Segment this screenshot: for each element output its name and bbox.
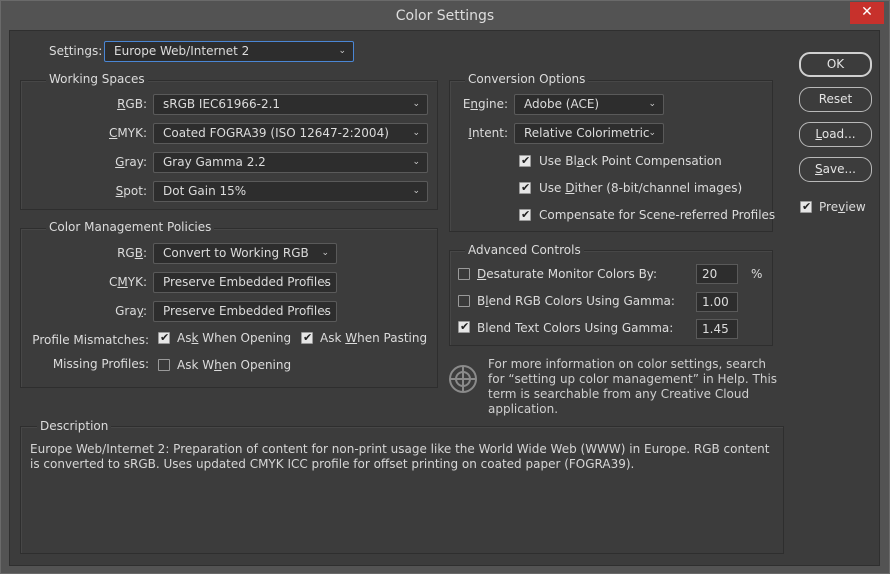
ws-gray-label: Gray:: [115, 155, 147, 169]
title-bar: Color Settings ✕: [1, 1, 889, 31]
ok-button[interactable]: OK: [799, 52, 872, 77]
ws-spot-dropdown[interactable]: Dot Gain 15% ⌄: [153, 181, 428, 202]
missing-ask-opening-checkbox[interactable]: [158, 359, 170, 371]
ask-pasting-label: Ask When Pasting: [320, 331, 428, 345]
chevron-down-icon: ⌄: [412, 128, 420, 138]
chevron-down-icon: ⌄: [412, 99, 420, 109]
chevron-down-icon: ⌄: [648, 128, 656, 138]
checkmark-icon: ✔: [303, 331, 313, 344]
desaturate-checkbox[interactable]: [458, 268, 470, 280]
blend-rgb-input[interactable]: 1.00: [696, 292, 738, 312]
ws-rgb-value: sRGB IEC61966-2.1: [163, 97, 281, 111]
policies-title: Color Management Policies: [46, 220, 215, 234]
ws-cmyk-label: CMYK:: [109, 126, 147, 140]
settings-value: Europe Web/Internet 2: [114, 44, 250, 58]
load-button[interactable]: Load...: [799, 122, 872, 147]
policy-gray-value: Preserve Embedded Profiles: [163, 304, 331, 318]
ws-spot-value: Dot Gain 15%: [163, 184, 247, 198]
checkmark-icon: ✔: [160, 331, 170, 344]
checkmark-icon: ✔: [521, 181, 531, 194]
engine-dropdown[interactable]: Adobe (ACE) ⌄: [514, 94, 664, 115]
intent-label: Intent:: [468, 126, 508, 140]
missing-ask-opening-label: Ask When Opening: [177, 358, 292, 372]
policy-gray-dropdown[interactable]: Preserve Embedded Profiles ⌄: [153, 301, 337, 322]
save-button[interactable]: Save...: [799, 157, 872, 182]
close-icon[interactable]: ✕: [850, 2, 884, 24]
chevron-down-icon: ⌄: [321, 306, 329, 316]
policy-rgb-value: Convert to Working RGB: [163, 246, 309, 260]
ws-cmyk-value: Coated FOGRA39 (ISO 12647-2:2004): [163, 126, 389, 140]
profile-mismatches-label: Profile Mismatches:: [32, 333, 149, 347]
window-title: Color Settings: [395, 8, 495, 24]
missing-profiles-label: Missing Profiles:: [52, 357, 149, 371]
blend-rgb-checkbox[interactable]: [458, 295, 470, 307]
settings-dropdown[interactable]: Europe Web/Internet 2 ⌄: [104, 41, 354, 62]
black-point-checkbox[interactable]: ✔: [519, 154, 531, 167]
desaturate-unit: %: [751, 267, 763, 281]
ws-rgb-label: RGB:: [117, 97, 147, 111]
working-spaces-title: Working Spaces: [46, 72, 148, 86]
ws-gray-value: Gray Gamma 2.2: [163, 155, 266, 169]
color-wheel-icon: [448, 364, 478, 394]
ws-gray-dropdown[interactable]: Gray Gamma 2.2 ⌄: [153, 152, 428, 173]
chevron-down-icon: ⌄: [412, 157, 420, 167]
description-text: Europe Web/Internet 2: Preparation of co…: [30, 442, 770, 471]
preview-checkbox[interactable]: ✔: [800, 200, 812, 213]
policy-cmyk-value: Preserve Embedded Profiles: [163, 275, 331, 289]
engine-value: Adobe (ACE): [524, 97, 600, 111]
chevron-down-icon: ⌄: [321, 248, 329, 258]
policy-cmyk-dropdown[interactable]: Preserve Embedded Profiles ⌄: [153, 272, 337, 293]
checkmark-icon: ✔: [521, 154, 531, 167]
checkmark-icon: ✔: [460, 320, 470, 333]
policy-rgb-dropdown[interactable]: Convert to Working RGB ⌄: [153, 243, 337, 264]
blend-rgb-label: Blend RGB Colors Using Gamma:: [477, 294, 675, 308]
preview-label: Preview: [819, 200, 866, 214]
checkmark-icon: ✔: [521, 208, 531, 221]
description-title: Description: [37, 419, 112, 433]
chevron-down-icon: ⌄: [648, 99, 656, 109]
conversion-title: Conversion Options: [465, 72, 589, 86]
dither-label: Use Dither (8-bit/channel images): [539, 181, 743, 195]
desaturate-label: Desaturate Monitor Colors By:: [477, 267, 658, 281]
intent-value: Relative Colorimetric: [524, 126, 650, 140]
scene-referred-label: Compensate for Scene-referred Profiles: [539, 208, 776, 222]
chevron-down-icon: ⌄: [338, 46, 346, 56]
info-text: For more information on color settings, …: [488, 357, 778, 416]
ask-opening-checkbox[interactable]: ✔: [158, 331, 170, 344]
chevron-down-icon: ⌄: [321, 277, 329, 287]
intent-dropdown[interactable]: Relative Colorimetric ⌄: [514, 123, 664, 144]
settings-label: Settings:: [49, 44, 103, 58]
advanced-title: Advanced Controls: [465, 243, 584, 257]
checkmark-icon: ✔: [802, 200, 812, 213]
policy-gray-label: Gray:: [115, 304, 147, 318]
reset-button[interactable]: Reset: [799, 87, 872, 112]
blend-text-label: Blend Text Colors Using Gamma:: [477, 321, 674, 335]
ws-spot-label: Spot:: [115, 184, 147, 198]
blend-text-checkbox[interactable]: ✔: [458, 320, 470, 333]
desaturate-input[interactable]: 20: [696, 264, 738, 284]
scene-referred-checkbox[interactable]: ✔: [519, 208, 531, 221]
ask-pasting-checkbox[interactable]: ✔: [301, 331, 313, 344]
ask-opening-label: Ask When Opening: [177, 331, 292, 345]
dither-checkbox[interactable]: ✔: [519, 181, 531, 194]
black-point-label: Use Black Point Compensation: [539, 154, 722, 168]
ws-rgb-dropdown[interactable]: sRGB IEC61966-2.1 ⌄: [153, 94, 428, 115]
chevron-down-icon: ⌄: [412, 186, 420, 196]
blend-text-input[interactable]: 1.45: [696, 319, 738, 339]
policy-rgb-label: RGB:: [117, 246, 147, 260]
policy-cmyk-label: CMYK:: [109, 275, 147, 289]
engine-label: Engine:: [462, 97, 508, 111]
ws-cmyk-dropdown[interactable]: Coated FOGRA39 (ISO 12647-2:2004) ⌄: [153, 123, 428, 144]
